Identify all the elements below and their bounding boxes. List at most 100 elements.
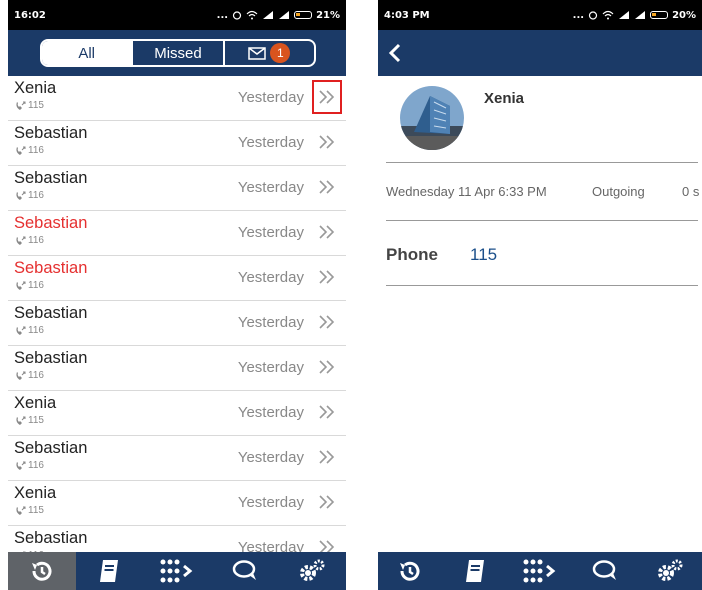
caller-number: 116 — [28, 325, 44, 336]
call-date: Wednesday 11 Apr 6:33 PM — [386, 184, 547, 199]
call-list-item[interactable]: Sebastian116Yesterday — [8, 166, 346, 211]
status-time: 4:03 PM — [384, 9, 430, 21]
tab-dialpad[interactable] — [508, 552, 573, 590]
outgoing-call-icon — [16, 371, 26, 380]
double-chevron-right-icon — [319, 540, 335, 552]
double-chevron-right-icon — [319, 315, 335, 329]
tab-all[interactable]: All — [42, 41, 132, 65]
double-chevron-right-icon — [319, 450, 335, 464]
phone-number[interactable]: 115 — [470, 245, 497, 265]
call-details-button[interactable] — [312, 215, 342, 249]
call-list-item[interactable]: Sebastian 116 Yesterday — [8, 436, 346, 481]
call-date: Yesterday — [237, 359, 304, 376]
tab-contacts[interactable] — [76, 552, 144, 590]
call-list-item[interactable]: Xenia 115 Yesterday — [8, 76, 346, 121]
call-filter-bar: All Missed 1 — [8, 30, 346, 76]
double-chevron-right-icon — [319, 405, 335, 419]
double-chevron-right-icon — [319, 90, 335, 104]
outgoing-call-icon — [16, 281, 26, 290]
call-duration: 0 s — [682, 184, 700, 199]
divider — [386, 220, 698, 221]
call-details-button[interactable] — [312, 440, 342, 474]
tab-settings[interactable] — [278, 552, 346, 590]
contact-avatar — [400, 86, 464, 150]
call-details-button[interactable] — [312, 305, 342, 339]
call-details-button[interactable] — [312, 125, 342, 159]
mail-icon — [248, 46, 267, 60]
call-date: Yesterday — [237, 269, 304, 286]
call-details-button[interactable] — [312, 485, 342, 519]
caller-number-line: 116 — [15, 280, 44, 291]
wifi-icon — [246, 10, 258, 20]
caller-number: 116 — [28, 280, 44, 291]
back-arrow-icon[interactable] — [388, 43, 402, 63]
call-details-button[interactable] — [312, 530, 342, 552]
caller-number-line: 116 — [15, 145, 44, 156]
signal-icon — [263, 11, 274, 19]
alarm-icon — [588, 11, 598, 20]
call-details-button[interactable] — [312, 350, 342, 384]
double-chevron-right-icon — [319, 225, 335, 239]
call-history-list: Xenia 115 Yesterday Sebastian 116 Yesterday Se… — [8, 76, 346, 552]
call-filter-segmented-control: All Missed 1 — [40, 39, 316, 67]
call-list-item[interactable]: Sebastian116Yesterday — [8, 211, 346, 256]
tab-chat[interactable] — [211, 552, 279, 590]
dialpad-icon — [160, 559, 193, 583]
call-details-button[interactable] — [312, 80, 342, 114]
battery-level: 21% — [316, 9, 340, 21]
call-details-button[interactable] — [312, 260, 342, 294]
caller-name: Sebastian — [14, 439, 88, 457]
call-detail-screen: 4:03 PM ... 20% Xenia Wednesday 11 Apr 6… — [378, 0, 702, 590]
status-icons: ... 20% — [573, 10, 696, 21]
signal-icon-2 — [279, 11, 290, 19]
outgoing-call-icon — [16, 146, 26, 155]
tab-contacts[interactable] — [443, 552, 508, 590]
caller-number: 116 — [28, 370, 44, 381]
caller-number: 115 — [28, 415, 44, 426]
tab-call-history[interactable] — [378, 552, 443, 590]
battery-icon — [650, 11, 669, 19]
tab-dialpad[interactable] — [143, 552, 211, 590]
outgoing-call-icon — [16, 416, 26, 425]
battery-level: 20% — [672, 9, 696, 21]
call-details-button[interactable] — [312, 395, 342, 429]
call-list-item[interactable]: Xenia 115 Yesterday — [8, 481, 346, 526]
call-date: Yesterday — [237, 224, 304, 241]
contact-name: Xenia — [484, 90, 525, 107]
screen-gap — [346, 0, 378, 590]
caller-name: Sebastian — [14, 124, 88, 142]
caller-number: 116 — [28, 190, 44, 201]
caller-number-line: 116 — [15, 190, 44, 201]
tab-chat[interactable] — [572, 552, 637, 590]
caller-number: 115 — [28, 505, 44, 516]
contacts-book-icon — [100, 560, 119, 582]
caller-number-line: 116 — [15, 325, 44, 336]
call-list-item[interactable]: Sebastian116Yesterday — [8, 121, 346, 166]
tab-voicemail[interactable]: 1 — [222, 41, 314, 65]
call-details-button[interactable] — [312, 170, 342, 204]
call-list-item[interactable]: Sebastian116Yesterday — [8, 526, 346, 552]
bottom-tab-bar — [8, 552, 346, 590]
caller-name: Sebastian — [14, 529, 88, 547]
call-list-item[interactable]: Sebastian116Yesterday — [8, 256, 346, 301]
call-date: Yesterday — [237, 179, 304, 196]
call-history-icon — [400, 561, 420, 581]
call-list-item[interactable]: Xenia 115 Yesterday — [8, 391, 346, 436]
alarm-icon — [232, 11, 242, 20]
caller-name: Sebastian — [14, 349, 88, 367]
caller-number: 116 — [28, 460, 44, 471]
caller-name: Sebastian — [14, 214, 88, 232]
call-list-item[interactable]: Sebastian116Yesterday — [8, 301, 346, 346]
tab-call-history[interactable] — [8, 552, 76, 590]
caller-name: Sebastian — [14, 304, 88, 322]
outgoing-call-icon — [16, 326, 26, 335]
caller-number-line: 115 — [15, 505, 44, 516]
tab-missed[interactable]: Missed — [131, 41, 222, 65]
caller-name: Xenia — [14, 484, 57, 502]
divider — [386, 285, 698, 286]
settings-icon — [657, 559, 683, 581]
call-list-item[interactable]: Sebastian 116 Yesterday — [8, 346, 346, 391]
call-date: Yesterday — [237, 539, 304, 552]
tab-settings[interactable] — [637, 552, 702, 590]
call-date: Yesterday — [237, 449, 304, 466]
